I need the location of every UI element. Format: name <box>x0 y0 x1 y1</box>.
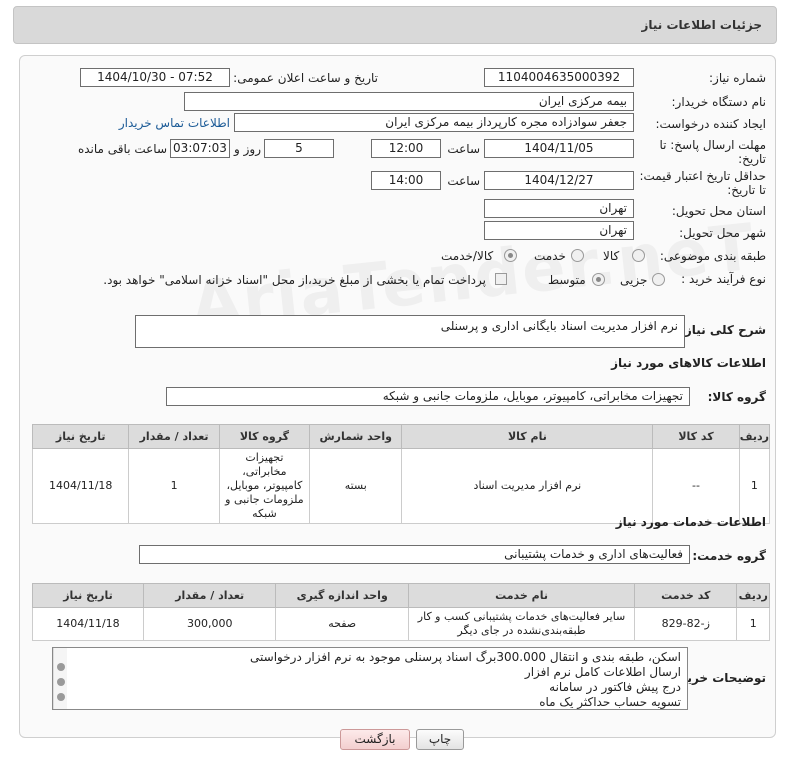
buyer-notes-scrollbar[interactable] <box>53 648 67 709</box>
creator-label: ایجاد کننده درخواست: <box>655 117 766 131</box>
days-field[interactable]: 5 <box>264 139 334 158</box>
process-radio-minor[interactable] <box>652 273 665 286</box>
services-group-label: گروه خدمت: <box>692 549 766 563</box>
services-section-title: اطلاعات خدمات مورد نیاز <box>615 515 766 529</box>
price-time-label: ساعت <box>447 174 480 188</box>
services-col-quantity: تعداد / مقدار <box>142 583 277 608</box>
services-table: ردیف کد خدمت نام خدمت واحد اندازه گیری ت… <box>32 583 770 641</box>
deadline-date-field[interactable]: 1404/11/05 <box>484 139 634 158</box>
scroll-dot-icon <box>57 663 65 671</box>
goods-col-group: گروه کالا <box>218 424 311 449</box>
need-number-field[interactable]: 1104004635000392 <box>484 68 634 87</box>
buyer-notes-line: ارسال اطلاعات کامل نرم افزار <box>524 665 681 679</box>
price-validity-label-date: تا تاریخ: <box>727 183 766 197</box>
announce-label: تاریخ و ساعت اعلان عمومی: <box>233 71 378 85</box>
category-radio-both[interactable] <box>504 249 517 262</box>
goods-cell-date: 1404/11/18 <box>31 448 130 524</box>
page-title: جزئیات اطلاعات نیاز <box>641 18 762 32</box>
goods-col-date: تاریخ نیاز <box>31 424 130 449</box>
goods-cell-unit: بسته <box>309 448 403 524</box>
remaining-label: ساعت باقی مانده <box>77 142 167 156</box>
process-label: نوع فرآیند خرید : <box>681 272 766 286</box>
announce-datetime-field[interactable]: 1404/10/30 - 07:52 <box>80 68 230 87</box>
category-option-both: کالا/خدمت <box>441 249 494 263</box>
back-button[interactable]: بازگشت <box>340 729 410 750</box>
province-label: استان محل تحویل: <box>671 204 766 218</box>
buyer-notes-line: درج پیش فاکتور در سامانه <box>549 680 681 694</box>
remaining-time-field[interactable]: 03:07:03 <box>170 139 230 158</box>
goods-cell-code: -- <box>652 448 740 524</box>
treasury-payment-note: پرداخت تمام یا بخشی از مبلغ خرید،از محل … <box>103 273 486 287</box>
services-cell-date: 1404/11/18 <box>32 607 144 641</box>
province-field[interactable]: تهران <box>484 199 634 218</box>
page-header: جزئیات اطلاعات نیاز <box>13 6 777 44</box>
buyer-notes-field[interactable]: اسکن، طبقه بندی و انتقال 300.000برگ اسنا… <box>52 647 688 710</box>
services-table-header: ردیف کد خدمت نام خدمت واحد اندازه گیری ت… <box>32 583 770 608</box>
treasury-payment-checkbox[interactable] <box>495 273 507 285</box>
goods-col-code: کد کالا <box>652 424 740 449</box>
goods-col-quantity: تعداد / مقدار <box>128 424 220 449</box>
buyer-notes-line: تسویه حساب حداکثر یک ماه <box>539 695 681 709</box>
price-time-field[interactable]: 14:00 <box>371 171 441 190</box>
category-radio-goods[interactable] <box>632 249 645 262</box>
city-field[interactable]: تهران <box>484 221 634 240</box>
goods-col-name: نام کالا <box>401 424 654 449</box>
description-label: شرح کلی نیاز: <box>680 323 766 337</box>
services-col-code: کد خدمت <box>634 583 738 608</box>
creator-field[interactable]: جعفر سوادزاده مجره کارپرداز بیمه مرکزی ا… <box>234 113 634 132</box>
buyer-org-field[interactable]: بیمه مرکزی ایران <box>184 92 634 111</box>
days-label: روز و <box>234 142 261 156</box>
goods-cell-index: 1 <box>738 448 771 524</box>
services-cell-index: 1 <box>736 607 770 641</box>
scroll-dot-icon <box>57 678 65 686</box>
goods-group-field[interactable]: تجهیزات مخابراتی، کامپیوتر، موبایل، ملزو… <box>166 387 690 406</box>
need-number-label: شماره نیاز: <box>709 71 766 85</box>
category-radio-service[interactable] <box>571 249 584 262</box>
process-option-minor: جزیی <box>620 273 648 287</box>
price-date-field[interactable]: 1404/12/27 <box>484 171 634 190</box>
process-option-medium: متوسط <box>548 273 586 287</box>
deadline-label: مهلت ارسال پاسخ: تا <box>659 138 766 152</box>
goods-table: ردیف کد کالا نام کالا واحد شمارش گروه کا… <box>31 424 771 524</box>
services-cell-name: سایر فعالیت‌های خدمات پشتیبانی کسب و کار… <box>407 607 636 641</box>
services-cell-code: ز-82-829 <box>634 607 738 641</box>
services-cell-unit: صفحه <box>275 607 409 641</box>
goods-cell-quantity: 1 <box>128 448 220 524</box>
services-col-name: نام خدمت <box>407 583 636 608</box>
print-button[interactable]: چاپ <box>416 729 464 750</box>
goods-section-title: اطلاعات کالاهای مورد نیاز <box>611 356 766 370</box>
services-col-unit: واحد اندازه گیری <box>275 583 409 608</box>
description-field[interactable]: نرم افزار مدیریت اسناد بایگانی اداری و پ… <box>135 315 685 348</box>
deadline-time-label: ساعت <box>447 142 480 156</box>
services-col-index: ردیف <box>736 583 770 608</box>
table-row: 1 ز-82-829 سایر فعالیت‌های خدمات پشتیبان… <box>32 607 770 641</box>
process-radio-medium[interactable] <box>592 273 605 286</box>
city-label: شهر محل تحویل: <box>679 226 766 240</box>
services-group-field[interactable]: فعالیت‌های اداری و خدمات پشتیبانی <box>139 545 690 564</box>
services-col-date: تاریخ نیاز <box>32 583 144 608</box>
deadline-time-field[interactable]: 12:00 <box>371 139 441 158</box>
category-label: طبقه بندی موضوعی: <box>659 249 766 263</box>
scroll-dot-icon <box>57 693 65 701</box>
goods-col-index: ردیف <box>738 424 771 449</box>
buyer-org-label: نام دستگاه خریدار: <box>671 95 767 109</box>
category-option-service: خدمت <box>534 249 566 263</box>
services-cell-quantity: 300,000 <box>142 607 277 641</box>
goods-cell-group: تجهیزات مخابراتی، کامپیوتر، موبایل، ملزو… <box>218 448 311 524</box>
goods-table-header: ردیف کد کالا نام کالا واحد شمارش گروه کا… <box>31 424 771 449</box>
goods-cell-name: نرم افزار مدیریت اسناد <box>401 448 654 524</box>
table-row: 1 -- نرم افزار مدیریت اسناد بسته تجهیزات… <box>31 448 771 524</box>
goods-group-label: گروه کالا: <box>707 390 766 404</box>
category-option-goods: کالا <box>603 249 620 263</box>
buyer-contact-link[interactable]: اطلاعات تماس خریدار <box>119 116 230 130</box>
goods-col-unit: واحد شمارش <box>309 424 403 449</box>
buyer-notes-line: اسکن، طبقه بندی و انتقال 300.000برگ اسنا… <box>250 650 681 664</box>
price-validity-label: حداقل تاریخ اعتبار قیمت: <box>639 169 766 183</box>
deadline-label-date: تاریخ: <box>738 152 766 166</box>
